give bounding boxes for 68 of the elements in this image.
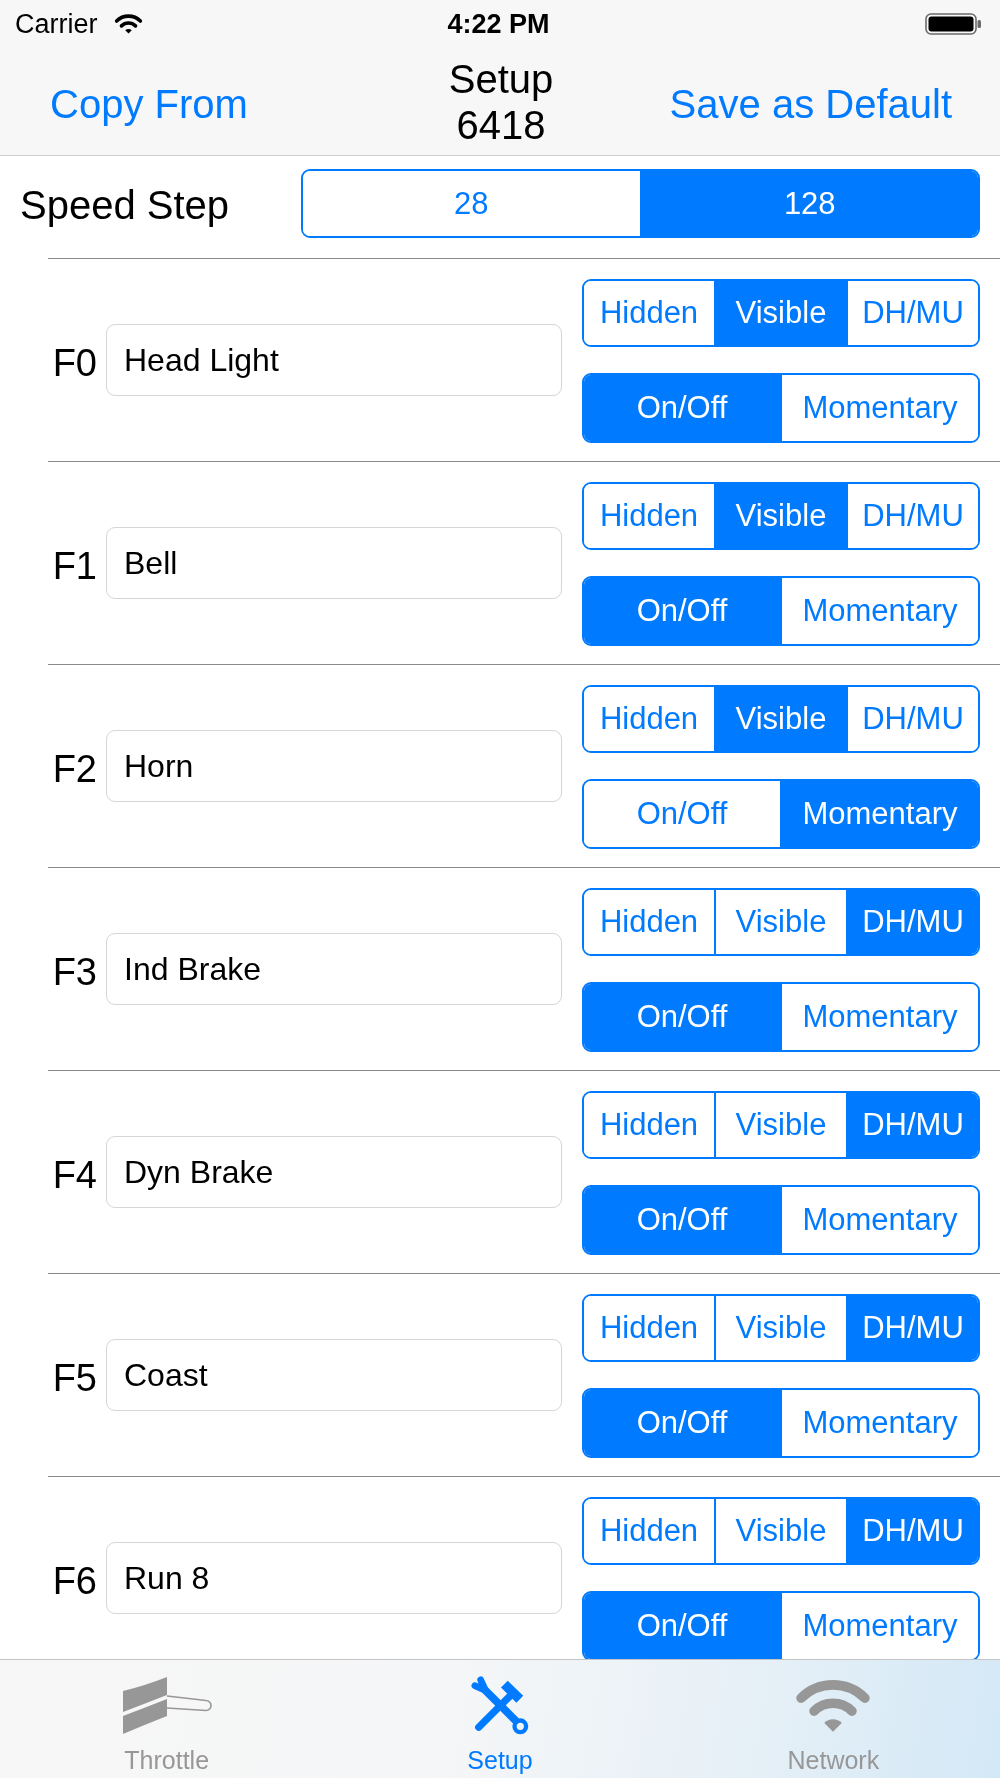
segment-option[interactable]: DH/MU [846, 687, 978, 751]
function-label: F4 [51, 1153, 98, 1198]
function-label: F1 [51, 544, 98, 589]
segment-option[interactable]: Momentary [780, 1187, 978, 1253]
segmented-control[interactable]: Hidden Visible DH/MU [582, 1294, 980, 1362]
tab-item[interactable]: Network [666, 1660, 1000, 1778]
segment-option[interactable]: On/Off [584, 1187, 780, 1253]
segmented-control[interactable]: Hidden Visible DH/MU [582, 279, 980, 347]
segment-option[interactable]: On/Off [584, 1593, 780, 1659]
segment-option[interactable]: On/Off [584, 375, 780, 441]
segmented-control[interactable]: Hidden Visible DH/MU [582, 1091, 980, 1159]
segment-option[interactable]: Momentary [780, 1593, 978, 1659]
nav-subtitle: 6418 [456, 101, 546, 148]
segmented-control[interactable]: On/Off Momentary [582, 373, 980, 443]
segmented-control[interactable]: Hidden Visible DH/MU [582, 1497, 980, 1565]
segmented-control[interactable]: 28 128 [301, 169, 980, 238]
name-field[interactable]: Head Light [106, 324, 562, 396]
segmented-control[interactable]: On/Off Momentary [582, 1388, 980, 1458]
segment-option[interactable]: DH/MU [846, 484, 978, 548]
tab-item[interactable]: Setup [333, 1660, 667, 1778]
segment-option[interactable]: DH/MU [846, 1093, 978, 1157]
segment-option[interactable]: DH/MU [846, 1296, 978, 1360]
segment-option[interactable]: Visible [714, 281, 846, 345]
segment-option[interactable]: Momentary [780, 375, 978, 441]
nav-title: Setup [448, 55, 554, 102]
save-default-button[interactable]: Save as Default [669, 79, 952, 128]
segment-option[interactable]: Visible [714, 484, 846, 548]
segmented-control[interactable]: On/Off Momentary [582, 1591, 980, 1659]
segmented-control[interactable]: On/Off Momentary [582, 1185, 980, 1255]
wrench-hammer-icon [471, 1676, 529, 1735]
segment-option[interactable]: DH/MU [846, 1499, 978, 1563]
segment-option[interactable]: On/Off [584, 1390, 780, 1456]
function-label: F0 [51, 341, 98, 386]
segment-option[interactable]: DH/MU [846, 281, 978, 345]
wifi-icon [113, 14, 143, 34]
battery-icon [925, 13, 982, 35]
name-field[interactable]: Horn [106, 730, 562, 802]
segment-option[interactable]: Momentary [780, 578, 978, 644]
function-label: F5 [51, 1356, 98, 1401]
segment-option[interactable]: Momentary [780, 984, 978, 1050]
segmented-control[interactable]: Hidden Visible DH/MU [582, 685, 980, 753]
segmented-control[interactable]: On/Off Momentary [582, 779, 980, 849]
segmented-control[interactable]: On/Off Momentary [582, 982, 980, 1052]
segmented-control[interactable]: Hidden Visible DH/MU [582, 482, 980, 550]
time-label: 4:22 PM [447, 8, 550, 40]
segment-option[interactable]: Momentary [780, 1390, 978, 1456]
segment-option[interactable]: Momentary [780, 781, 978, 847]
function-label: F3 [51, 950, 98, 995]
function-label: F6 [51, 1559, 98, 1604]
wifi-icon [794, 1677, 873, 1734]
segment-option[interactable]: 128 [639, 171, 978, 236]
tab-item[interactable]: Throttle [0, 1660, 334, 1778]
name-field[interactable]: Coast [106, 1339, 562, 1411]
segmented-control[interactable]: On/Off Momentary [582, 576, 980, 646]
lever-icon [121, 1676, 212, 1735]
carrier-label: Carrier [15, 8, 98, 40]
segment-option[interactable]: On/Off [584, 578, 780, 644]
name-field[interactable]: Ind Brake [106, 933, 562, 1005]
speed-step-label: Speed Step [20, 182, 231, 229]
segment-option[interactable]: Visible [714, 687, 846, 751]
segment-option[interactable]: On/Off [584, 984, 780, 1050]
function-label: F2 [51, 747, 98, 792]
name-field[interactable]: Bell [106, 527, 562, 599]
name-field[interactable]: Dyn Brake [106, 1136, 562, 1208]
name-field[interactable]: Run 8 [106, 1542, 562, 1614]
segmented-control[interactable]: Hidden Visible DH/MU [582, 888, 980, 956]
copy-from-button[interactable]: Copy From [50, 79, 248, 128]
segment-option[interactable]: DH/MU [846, 890, 978, 954]
